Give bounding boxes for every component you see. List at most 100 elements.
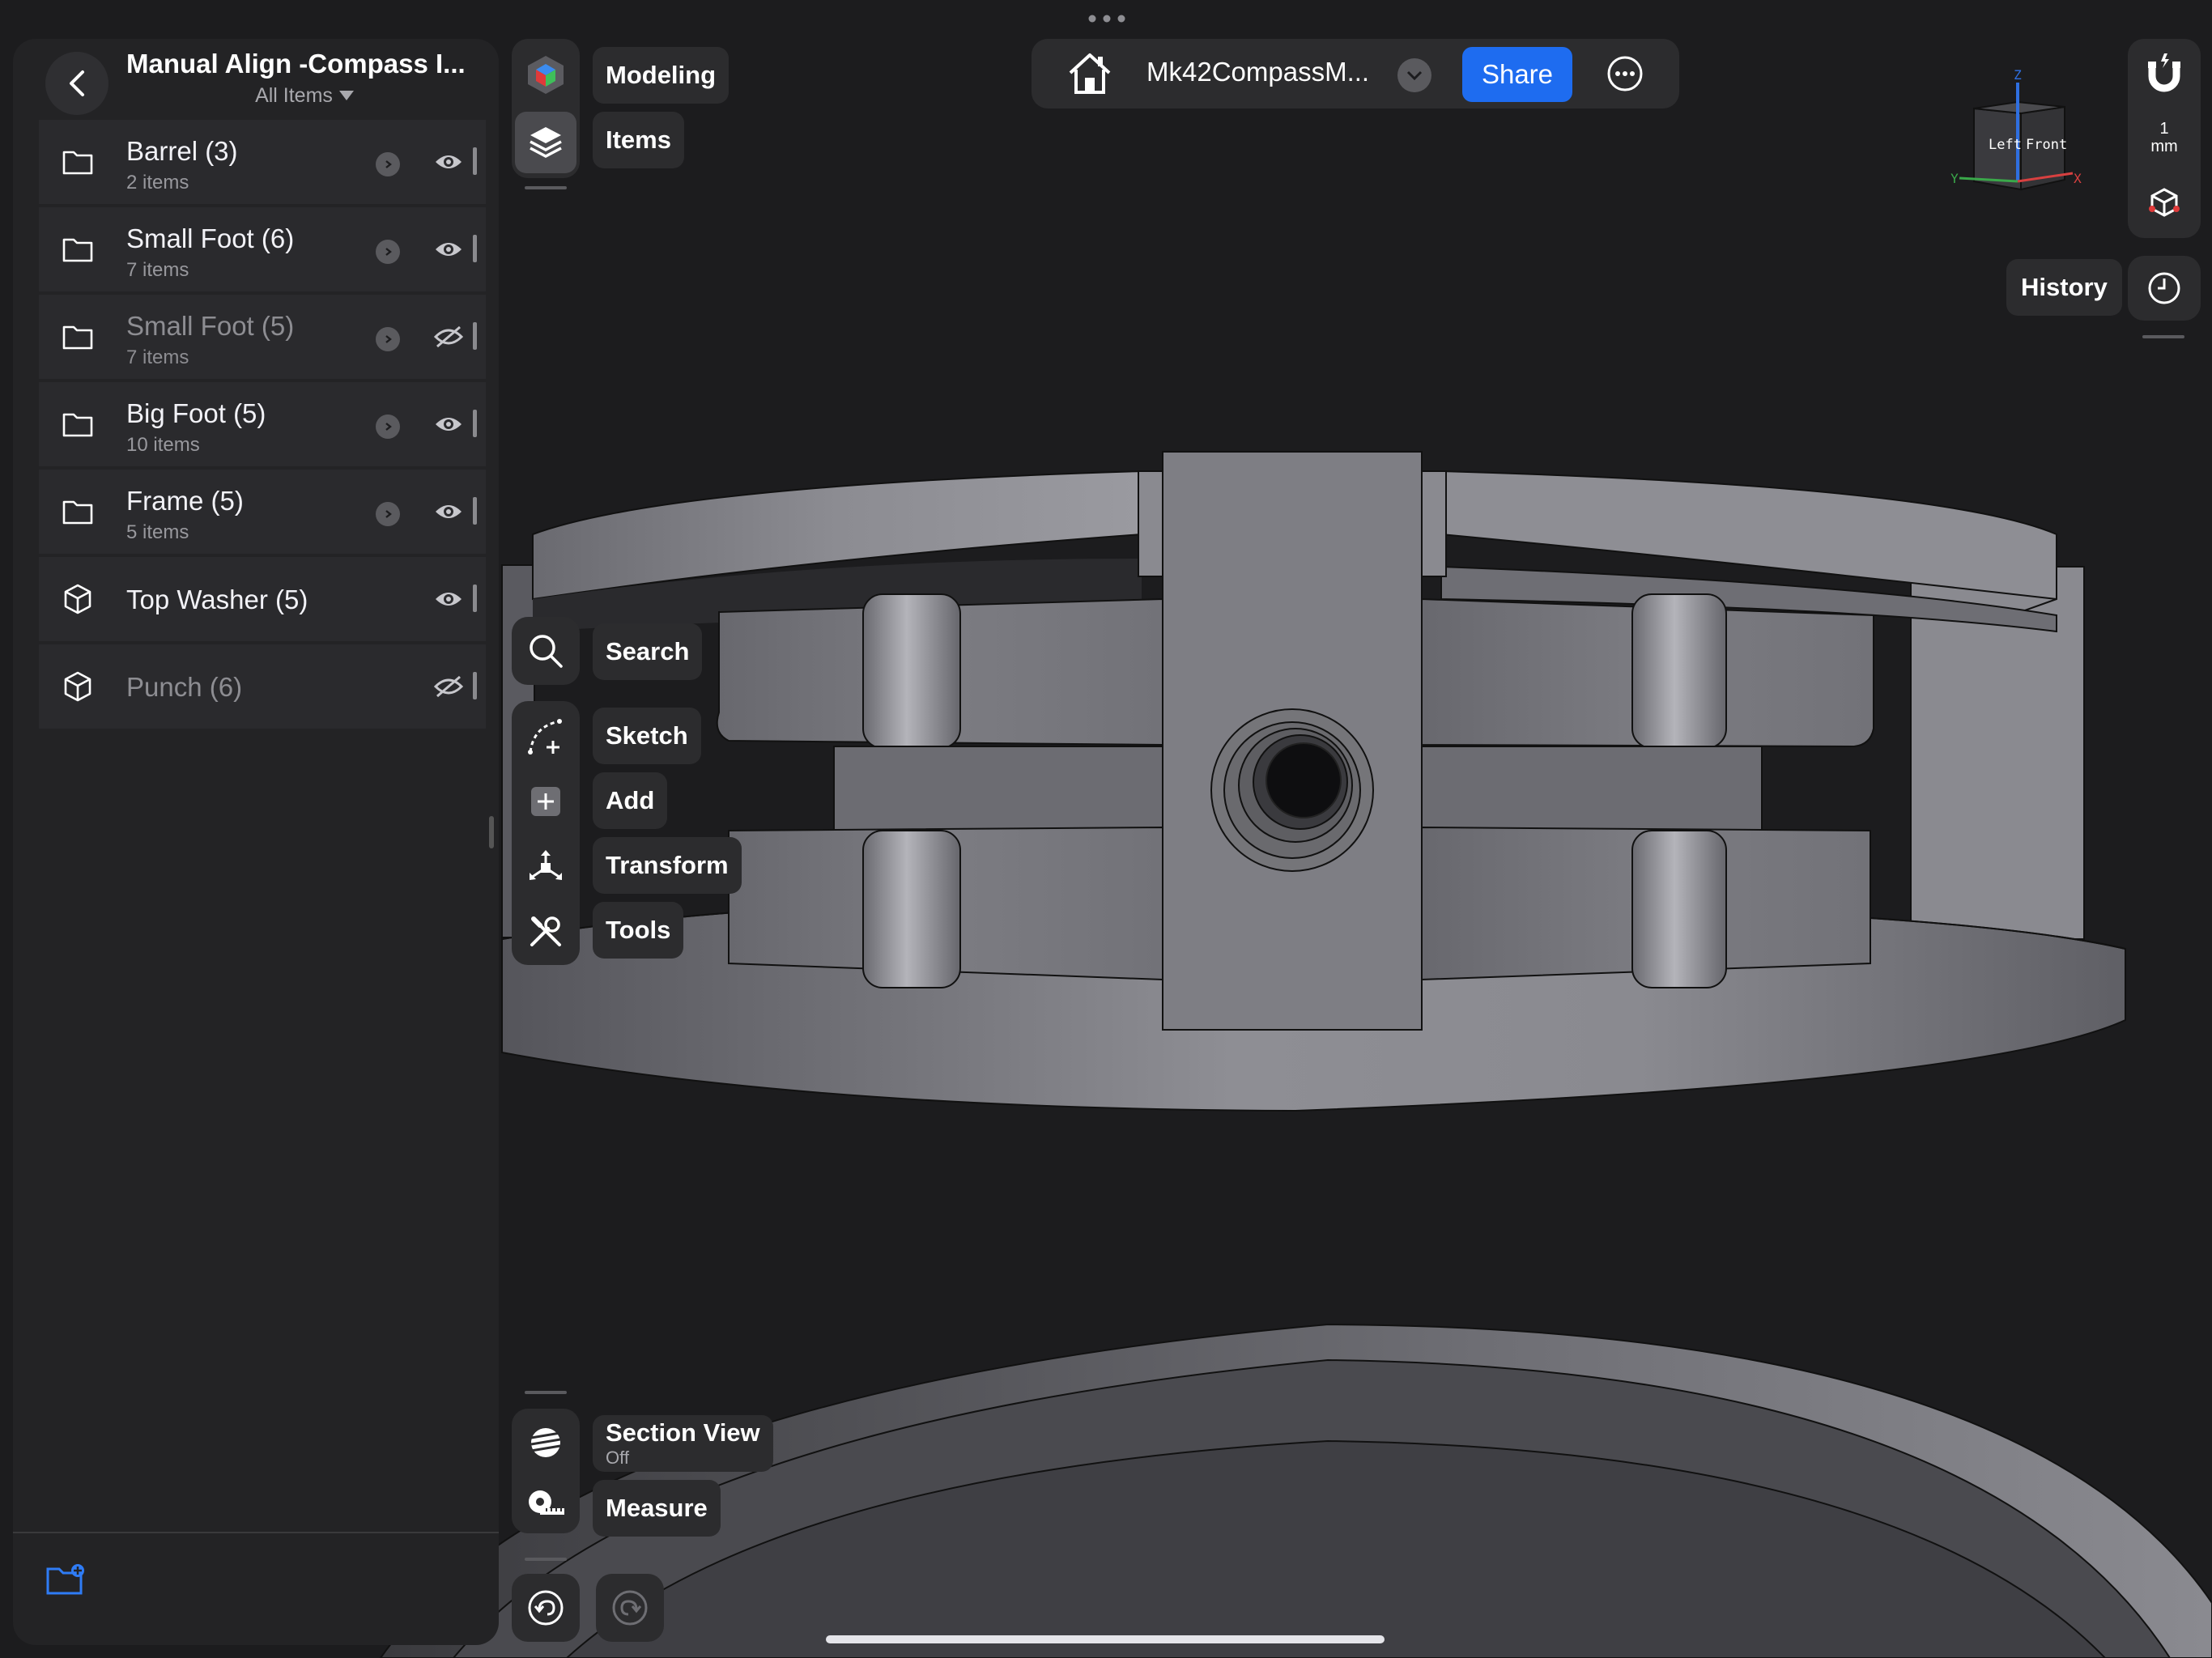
cube-face-left[interactable]: Left	[1989, 137, 2022, 153]
item-row[interactable]: Small Foot (5) 7 items	[39, 295, 486, 379]
sketch-button[interactable]	[515, 706, 576, 767]
view-cube[interactable]: Z Y X Left Front	[1943, 68, 2089, 198]
item-row[interactable]: Frame (5) 5 items	[39, 470, 486, 554]
item-name: Small Foot (5)	[126, 311, 295, 341]
history-label[interactable]: History	[2006, 259, 2122, 316]
item-name: Punch (6)	[126, 672, 243, 702]
sidebar-resize-handle[interactable]	[489, 816, 494, 848]
search-icon	[530, 635, 563, 668]
item-name: Small Foot (6)	[126, 223, 295, 253]
undo-button[interactable]	[512, 1574, 580, 1642]
transform-icon	[530, 850, 562, 880]
item-count: 2 items	[126, 172, 189, 193]
sketch-label[interactable]: Sketch	[593, 708, 701, 764]
history-button[interactable]	[2128, 256, 2201, 321]
search-button[interactable]	[515, 620, 576, 682]
multitasking-dots-icon[interactable]	[1088, 15, 1125, 23]
items-label[interactable]: Items	[593, 112, 684, 168]
redo-icon	[612, 1590, 648, 1626]
grid-unit-button[interactable]: 1 mm	[2128, 120, 2201, 155]
modeling-label[interactable]: Modeling	[593, 47, 730, 104]
back-button[interactable]	[45, 52, 108, 115]
redo-button[interactable]	[596, 1574, 664, 1642]
section-view-button[interactable]	[515, 1412, 576, 1473]
reorder-handle[interactable]	[473, 410, 477, 437]
modeling-workspace-button[interactable]	[515, 44, 576, 105]
item-row[interactable]: Small Foot (6) 7 items	[39, 207, 486, 291]
home-icon[interactable]	[1067, 52, 1112, 96]
reorder-handle[interactable]	[473, 585, 477, 612]
redo-button-inner[interactable]	[599, 1577, 661, 1639]
search-tool-group	[512, 617, 580, 685]
add-label[interactable]: Add	[593, 772, 668, 829]
item-count: 7 items	[126, 259, 189, 281]
section-view-state: Off	[606, 1448, 629, 1468]
measure-label[interactable]: Measure	[593, 1480, 721, 1537]
modeling-cube-icon	[528, 56, 564, 94]
filter-dropdown[interactable]: All Items	[126, 84, 483, 108]
reorder-handle[interactable]	[473, 497, 477, 525]
transform-button[interactable]	[515, 835, 576, 897]
item-row[interactable]: Barrel (3) 2 items	[39, 120, 486, 204]
workspace-title: Manual Align -Compass I...	[126, 49, 466, 79]
section-view-label[interactable]: Section View Off	[593, 1415, 773, 1472]
expand-arrow-icon[interactable]	[376, 502, 400, 526]
reorder-handle[interactable]	[473, 672, 477, 699]
reorder-handle[interactable]	[473, 235, 477, 262]
item-name: Barrel (3)	[126, 136, 238, 166]
item-sidebar: Manual Align -Compass I... All Items Bar…	[13, 39, 499, 1645]
eye-icon[interactable]	[434, 500, 463, 523]
item-count: 10 items	[126, 434, 200, 456]
snap-vertex-icon[interactable]	[2147, 185, 2181, 220]
document-menu-button[interactable]	[1397, 58, 1431, 92]
document-bar: Mk42CompassM... Share	[1032, 39, 1679, 108]
eye-icon[interactable]	[434, 238, 463, 261]
eye-slash-icon[interactable]	[433, 675, 464, 698]
expand-arrow-icon[interactable]	[376, 414, 400, 439]
item-count: 5 items	[126, 521, 189, 543]
chevron-down-icon	[1406, 70, 1423, 81]
folder-icon	[62, 321, 94, 353]
clock-icon	[2148, 272, 2180, 304]
sketch-icon	[528, 719, 562, 755]
reorder-handle[interactable]	[473, 147, 477, 175]
toolbar-grip[interactable]	[525, 186, 567, 189]
measure-button[interactable]	[515, 1472, 576, 1533]
eye-icon[interactable]	[434, 588, 463, 610]
new-folder-icon[interactable]	[45, 1562, 86, 1598]
tools-label[interactable]: Tools	[593, 902, 684, 959]
axis-y-label: Y	[1950, 171, 1959, 186]
eye-icon[interactable]	[434, 151, 463, 173]
folder-icon	[62, 233, 94, 266]
more-options-icon[interactable]	[1606, 55, 1644, 92]
item-row[interactable]: Big Foot (5) 10 items	[39, 382, 486, 466]
home-indicator[interactable]	[826, 1635, 1385, 1643]
chevron-left-icon	[70, 70, 84, 96]
search-label[interactable]: Search	[593, 623, 703, 680]
item-row[interactable]: Punch (6)	[39, 644, 486, 729]
expand-arrow-icon[interactable]	[376, 240, 400, 264]
undo-button-inner[interactable]	[515, 1577, 576, 1639]
item-name: Big Foot (5)	[126, 398, 266, 428]
eye-icon[interactable]	[434, 413, 463, 436]
snapping-panel: 1 mm	[2128, 39, 2201, 238]
reorder-handle[interactable]	[473, 322, 477, 350]
expand-arrow-icon[interactable]	[376, 152, 400, 176]
grid-unit-name: mm	[2150, 138, 2178, 155]
model-frame[interactable]	[501, 451, 2126, 1112]
document-title[interactable]: Mk42CompassM...	[1146, 57, 1369, 87]
share-button[interactable]: Share	[1462, 47, 1572, 102]
eye-slash-icon[interactable]	[433, 325, 464, 348]
item-row[interactable]: Top Washer (5)	[39, 557, 486, 641]
magnet-icon[interactable]	[2146, 52, 2183, 92]
cube-face-front[interactable]: Front	[2026, 137, 2067, 153]
toolbar-grip-bottom[interactable]	[525, 1391, 567, 1394]
expand-arrow-icon[interactable]	[376, 327, 400, 351]
items-panel-button[interactable]	[515, 112, 576, 173]
add-button[interactable]	[515, 771, 576, 832]
tools-button[interactable]	[515, 900, 576, 962]
wrench-screwdriver-icon	[530, 916, 561, 946]
right-panel-grip[interactable]	[2142, 335, 2184, 338]
toolbar-grip-undo[interactable]	[525, 1558, 567, 1561]
transform-label[interactable]: Transform	[593, 837, 742, 894]
